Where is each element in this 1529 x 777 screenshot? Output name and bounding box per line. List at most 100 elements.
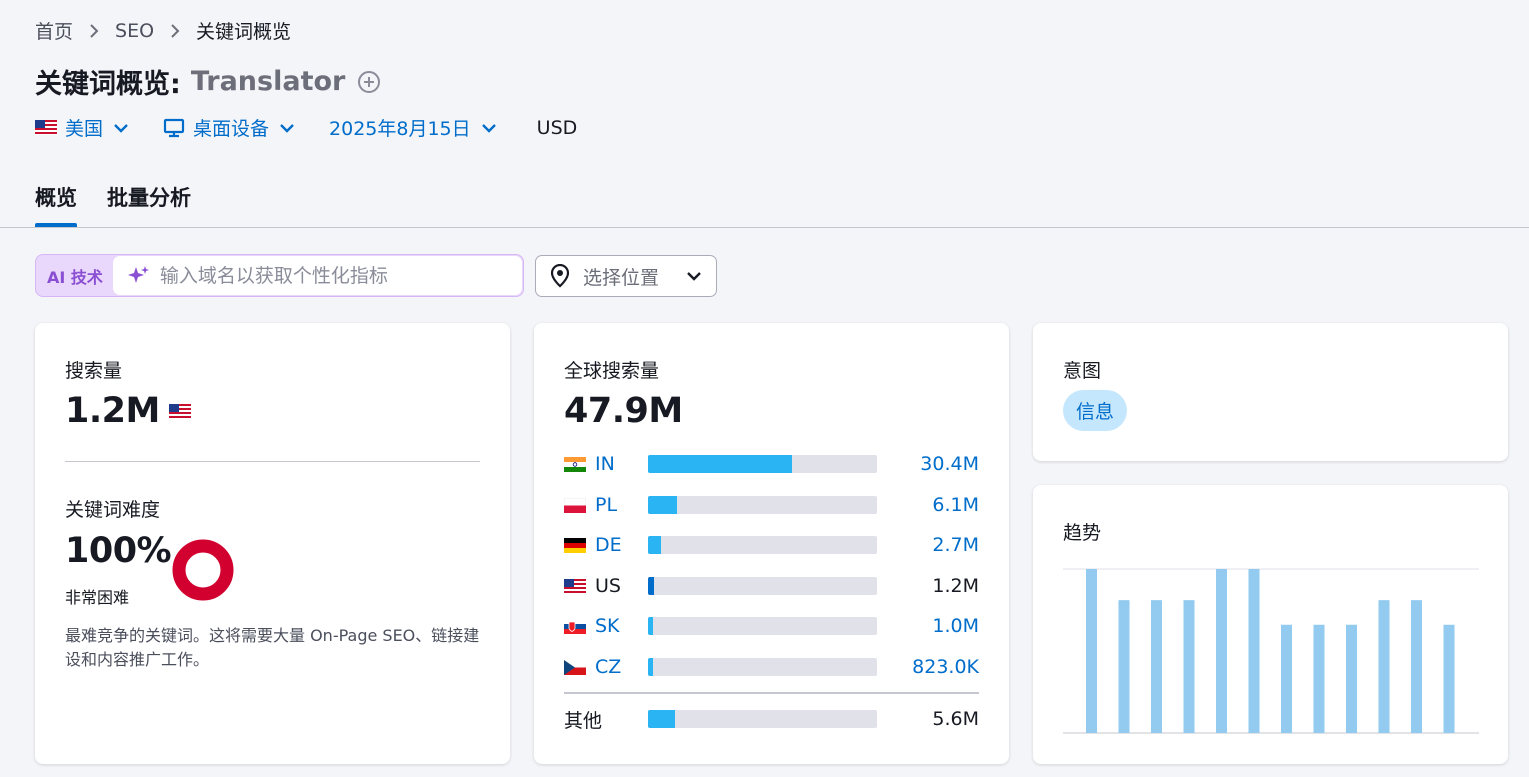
currency-label: USD xyxy=(536,116,578,139)
trend-bar[interactable] xyxy=(1183,600,1195,733)
country-code: US xyxy=(595,575,621,597)
breadcrumb-home-link[interactable]: 首页 xyxy=(35,17,73,44)
tab-overview[interactable]: 概览 xyxy=(35,182,77,227)
czech-flag-icon xyxy=(564,659,586,675)
global-volume-value: 47.9M xyxy=(564,391,683,431)
country-bar-track xyxy=(648,455,877,473)
trend-chart xyxy=(1063,568,1479,734)
date-selector[interactable]: 2025年8月15日 xyxy=(329,114,497,141)
country-bar-fill xyxy=(648,617,653,635)
trend-bar[interactable] xyxy=(1443,624,1455,733)
domain-input[interactable] xyxy=(159,264,490,287)
country-bar-fill xyxy=(648,577,654,595)
device-label: 桌面设备 xyxy=(193,118,270,140)
sparkle-icon xyxy=(126,264,150,288)
location-placeholder: 选择位置 xyxy=(583,266,660,289)
chevron-right-icon xyxy=(89,23,99,38)
country-volume-link[interactable]: 30.4M xyxy=(920,453,979,475)
trend-bar[interactable] xyxy=(1411,600,1422,733)
country-row: PL 6.1M xyxy=(564,493,979,517)
ai-label: AI 技术 xyxy=(47,267,103,287)
volume-title: 搜索量 xyxy=(65,360,123,382)
country-bar-track xyxy=(648,577,877,595)
difficulty-title: 关键词难度 xyxy=(65,499,161,521)
trend-bar[interactable] xyxy=(1086,569,1097,733)
trend-card: 趋势 xyxy=(1033,485,1508,764)
trend-bar[interactable] xyxy=(1248,569,1260,733)
volume-value-row: 1.2M xyxy=(65,391,191,431)
country-row: DE 2.7M xyxy=(564,533,979,557)
tab-batch-analysis[interactable]: 批量分析 xyxy=(107,182,191,212)
country-code-link[interactable]: SK xyxy=(595,615,643,637)
other-bar-fill xyxy=(648,710,675,728)
country-volume-link[interactable]: 2.7M xyxy=(932,534,979,556)
country-bar-track xyxy=(648,617,877,635)
us-flag-icon xyxy=(564,578,586,594)
chevron-right-icon xyxy=(170,23,180,38)
country-row: CZ 823.0K xyxy=(564,655,979,679)
trend-bar[interactable] xyxy=(1346,624,1357,733)
country-bar-fill xyxy=(648,536,661,554)
us-flag-icon xyxy=(35,120,57,135)
other-volume: 5.6M xyxy=(932,708,979,730)
ai-domain-box: AI 技术 xyxy=(35,254,524,297)
country-bar-fill xyxy=(648,496,678,514)
trend-bar[interactable] xyxy=(1216,569,1227,733)
difficulty-ring xyxy=(172,539,234,601)
country-bar-track xyxy=(648,536,877,554)
filter-bar: 美国 桌面设备 2025年8月15日 USD xyxy=(35,114,577,141)
divider xyxy=(564,692,979,694)
divider xyxy=(65,461,480,462)
tab-bar: 概览 批量分析 xyxy=(0,170,1529,228)
intent-badge: 信息 xyxy=(1063,390,1128,431)
country-bar-track xyxy=(648,658,877,676)
country-bar-track xyxy=(648,710,877,728)
location-select[interactable]: 选择位置 xyxy=(535,255,717,297)
country-code-link[interactable]: IN xyxy=(595,453,643,475)
device-selector[interactable]: 桌面设备 xyxy=(163,114,295,141)
trend-title: 趋势 xyxy=(1063,522,1102,544)
page-title-keyword: Translator xyxy=(190,66,346,97)
desktop-icon xyxy=(163,118,185,138)
difficulty-value: 100% xyxy=(65,531,172,571)
chevron-down-icon xyxy=(113,123,129,133)
chevron-down-icon xyxy=(686,271,702,281)
intent-card: 意图 信息 xyxy=(1033,323,1508,461)
trend-bar[interactable] xyxy=(1281,624,1292,733)
chevron-down-icon xyxy=(279,123,295,133)
breadcrumb-current: 关键词概览 xyxy=(196,21,292,43)
country-code-link[interactable]: PL xyxy=(595,494,643,516)
add-circle-icon[interactable] xyxy=(357,70,381,94)
country-row: IN 30.4M xyxy=(564,452,979,476)
country-label: 美国 xyxy=(65,118,104,140)
country-volume-link[interactable]: 6.1M xyxy=(932,494,979,516)
page-title-prefix: 关键词概览: xyxy=(35,69,181,100)
ai-input-wrapper xyxy=(112,256,522,295)
breadcrumb-seo-link[interactable]: SEO xyxy=(115,20,154,42)
poland-flag-icon xyxy=(564,497,586,513)
country-bar-fill xyxy=(648,658,653,676)
difficulty-donut xyxy=(172,539,234,601)
global-volume-title: 全球搜索量 xyxy=(564,360,660,382)
other-countries-row: 其他 5.6M xyxy=(564,707,979,732)
difficulty-label: 非常困难 xyxy=(65,588,130,607)
volume-difficulty-card: 搜索量 1.2M 关键词难度 100% 非常困难 最难竞争的关键词。这将需要大量… xyxy=(35,323,510,764)
global-volume-card: 全球搜索量 47.9M IN 30.4M PL 6.1M DE 2.7M US … xyxy=(534,323,1009,764)
trend-bar[interactable] xyxy=(1378,600,1390,733)
country-code-link[interactable]: DE xyxy=(595,534,643,556)
volume-value: 1.2M xyxy=(65,391,160,431)
intent-title: 意图 xyxy=(1063,360,1102,382)
trend-bar[interactable] xyxy=(1118,600,1130,733)
germany-flag-icon xyxy=(564,537,586,553)
difficulty-description: 最难竞争的关键词。这将需要大量 On-Page SEO、链接建设和内容推广工作。 xyxy=(65,626,480,669)
chevron-down-icon xyxy=(481,123,497,133)
country-volume-link[interactable]: 1.0M xyxy=(932,615,979,637)
slovakia-flag-icon xyxy=(564,618,586,634)
country-volume-link[interactable]: 823.0K xyxy=(912,656,979,678)
location-pin-icon xyxy=(549,264,571,288)
country-volume: 1.2M xyxy=(932,575,979,597)
country-selector[interactable]: 美国 xyxy=(35,114,129,141)
country-code-link[interactable]: CZ xyxy=(595,656,643,678)
trend-bar[interactable] xyxy=(1313,624,1325,733)
trend-bar[interactable] xyxy=(1151,600,1162,733)
